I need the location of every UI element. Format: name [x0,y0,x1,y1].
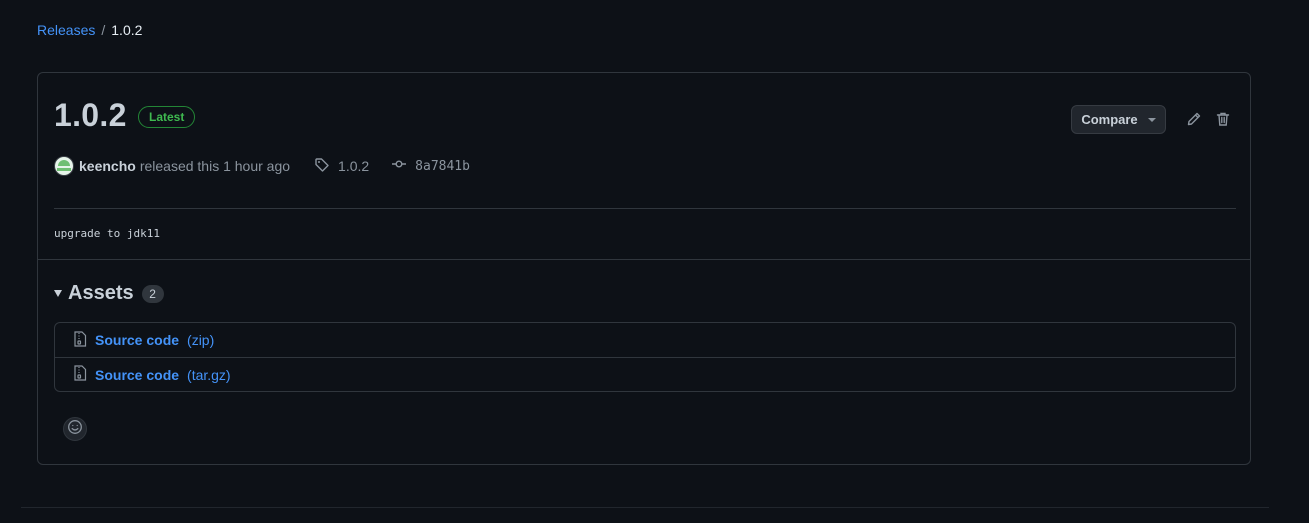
avatar[interactable] [54,156,74,176]
compare-button[interactable]: Compare [1071,105,1166,134]
section-divider [38,259,1250,260]
release-title[interactable]: 1.0.2 [54,97,127,134]
breadcrumb: Releases / 1.0.2 [37,22,142,38]
asset-link-zip[interactable]: Source code [95,332,179,348]
pencil-icon[interactable] [1186,111,1202,127]
breadcrumb-separator: / [101,22,106,38]
assets-list: Source code (zip) Source code (tar.gz) [54,322,1236,392]
release-meta: keencho released this 1 hour ago 1.0.2 8… [54,156,470,176]
asset-ext-zip[interactable]: (zip) [187,332,214,348]
asset-ext-targz[interactable]: (tar.gz) [187,367,231,383]
asset-row-targz: Source code (tar.gz) [55,357,1235,391]
latest-badge: Latest [138,106,196,128]
smiley-icon [67,419,83,440]
page-bottom-divider [21,507,1269,508]
breadcrumb-current: 1.0.2 [111,22,143,38]
breadcrumb-releases-link[interactable]: Releases [37,22,95,38]
caret-down-icon [1147,117,1156,122]
file-zip-icon [73,330,87,350]
asset-row-zip: Source code (zip) [55,323,1235,357]
commit-sha: 8a7841b [415,158,470,174]
commit-link[interactable]: 8a7841b [391,156,470,176]
release-card: 1.0.2 Latest Compare keencho released th… [37,72,1251,465]
assets-toggle[interactable]: Assets 2 [54,282,164,305]
assets-count-badge: 2 [141,284,164,303]
git-commit-icon [391,156,407,176]
compare-button-label: Compare [1081,112,1138,127]
tag-label: 1.0.2 [338,158,370,174]
author-link[interactable]: keencho [79,158,136,174]
triangle-down-icon [54,290,62,297]
release-notes: upgrade to jdk11 [54,227,160,240]
tag-link[interactable]: 1.0.2 [314,157,369,176]
released-text: released this 1 hour ago [139,158,291,174]
trash-icon[interactable] [1215,111,1231,127]
add-reaction-button[interactable] [63,417,87,441]
notes-divider [54,208,1236,209]
asset-link-targz[interactable]: Source code [95,367,179,383]
assets-title: Assets [68,282,134,304]
tag-icon [314,157,330,176]
file-zip-icon [73,365,87,384]
